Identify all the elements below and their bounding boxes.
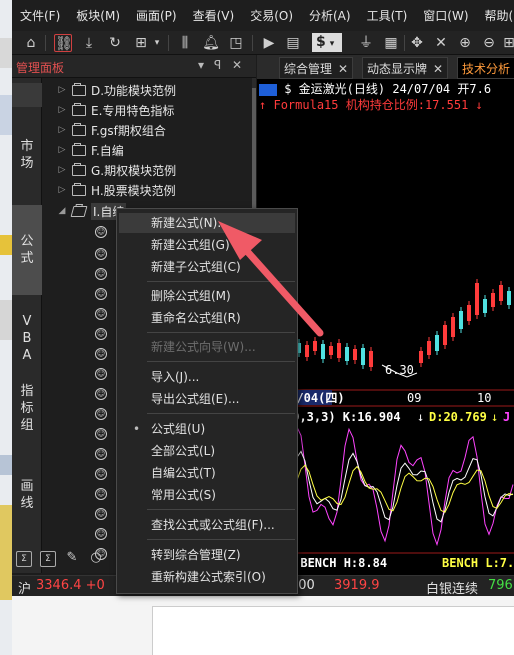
annotation-arrow bbox=[218, 221, 324, 337]
arrow-shaft bbox=[234, 237, 324, 337]
arrow-head bbox=[218, 221, 262, 260]
